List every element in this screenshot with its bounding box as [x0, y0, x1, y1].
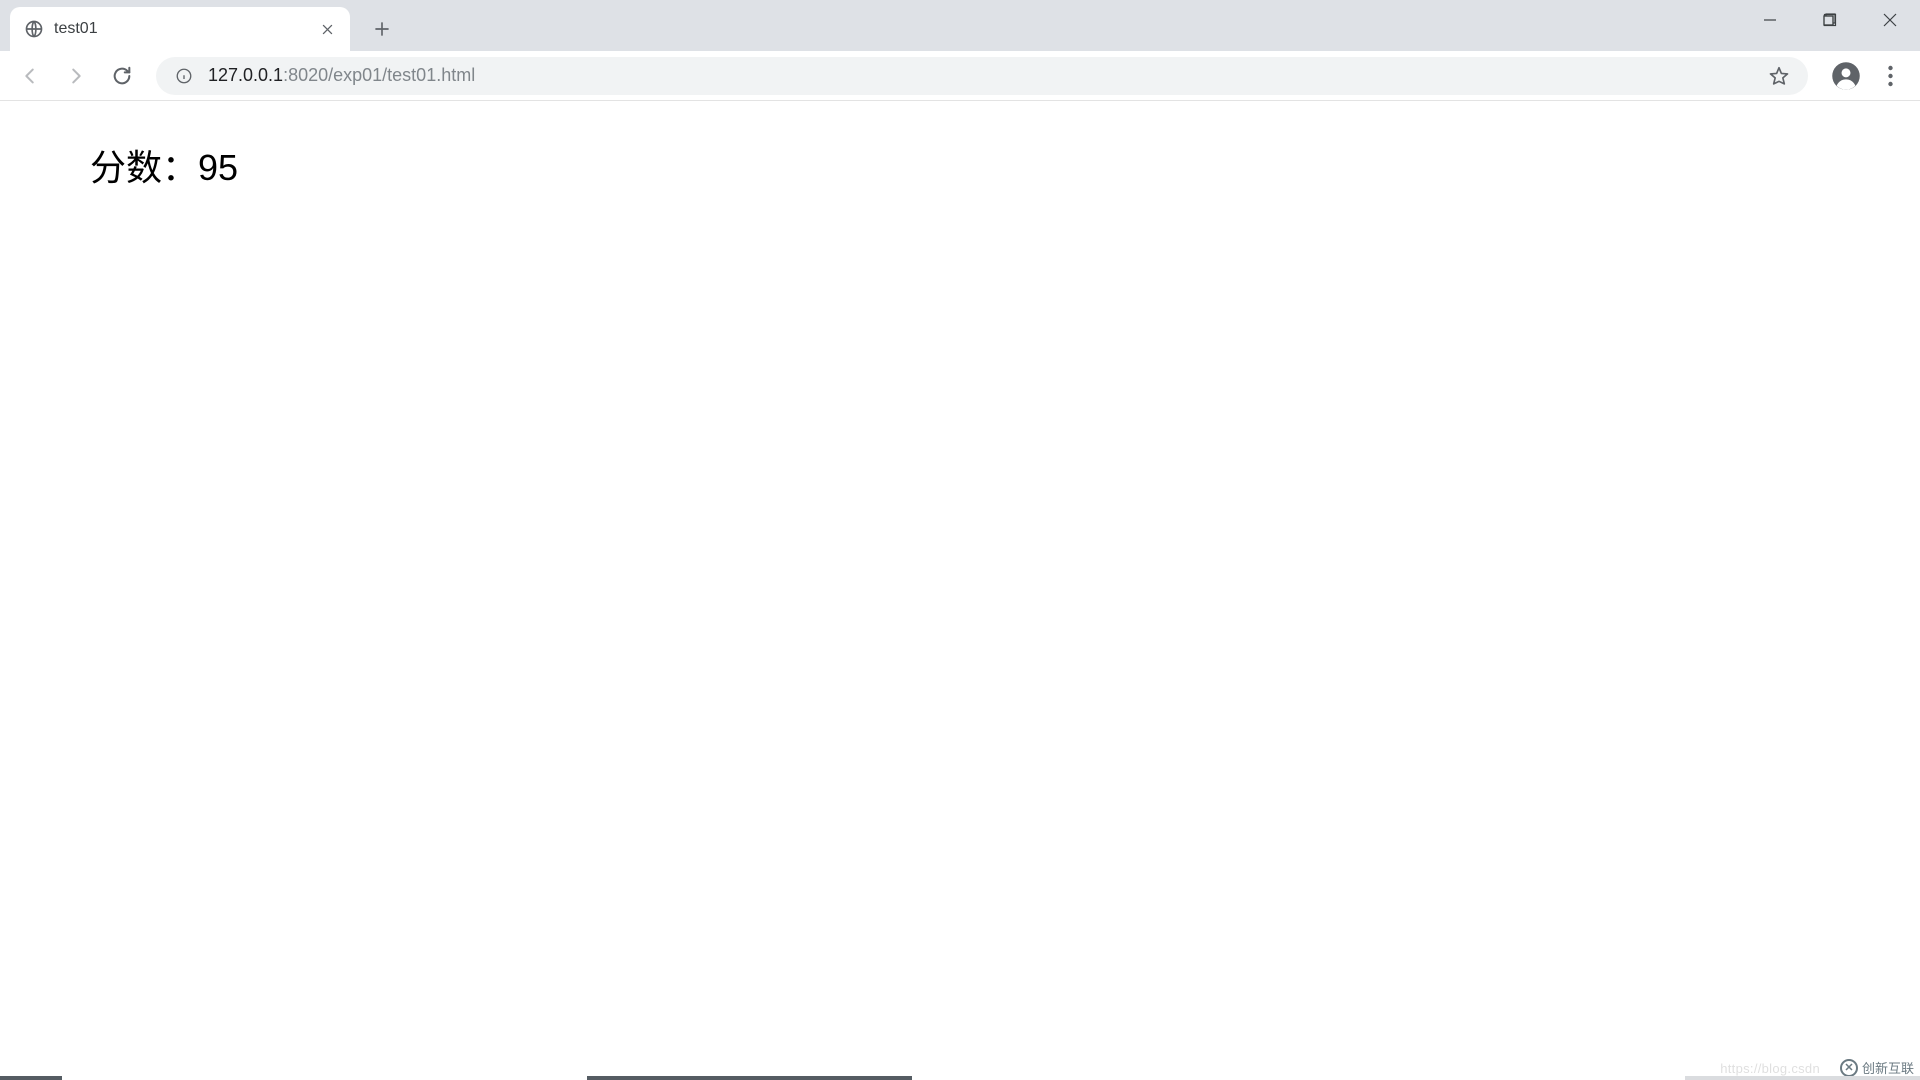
address-bar[interactable]: 127.0.0.1:8020/exp01/test01.html [156, 57, 1808, 95]
new-tab-button[interactable] [364, 11, 400, 47]
forward-button[interactable] [56, 56, 96, 96]
window-minimize-button[interactable] [1740, 0, 1800, 40]
browser-toolbar: 127.0.0.1:8020/exp01/test01.html [0, 51, 1920, 101]
reload-button[interactable] [102, 56, 142, 96]
score-label: 分数： [90, 147, 198, 188]
profile-avatar-icon[interactable] [1828, 58, 1864, 94]
browser-tab[interactable]: test01 [10, 7, 350, 51]
url-host: 127.0.0.1 [208, 65, 283, 85]
window-close-button[interactable] [1860, 0, 1920, 40]
bottom-accent-bar [0, 1076, 1920, 1080]
window-controls [1740, 0, 1920, 40]
watermark-logo-icon: ✕ [1840, 1059, 1858, 1077]
score-value: 95 [198, 147, 238, 188]
url-path: :8020/exp01/test01.html [283, 65, 475, 85]
close-tab-button[interactable] [318, 20, 336, 38]
site-info-icon[interactable] [174, 66, 194, 86]
watermark-link: https://blog.csdn [1720, 1061, 1820, 1076]
url-text: 127.0.0.1:8020/exp01/test01.html [208, 65, 1754, 86]
window-maximize-button[interactable] [1800, 0, 1860, 40]
page-content: 分数：95 [0, 101, 1920, 229]
bookmark-star-icon[interactable] [1768, 65, 1790, 87]
tab-title: test01 [54, 20, 308, 38]
kebab-menu-icon[interactable] [1870, 56, 1910, 96]
watermark-brand: ✕ 创新互联 [1840, 1058, 1914, 1077]
browser-tab-bar: test01 [0, 0, 1920, 51]
globe-icon [24, 19, 44, 39]
watermark-brand-text: 创新互联 [1862, 1058, 1914, 1077]
back-button[interactable] [10, 56, 50, 96]
score-text: 分数：95 [90, 139, 1830, 191]
